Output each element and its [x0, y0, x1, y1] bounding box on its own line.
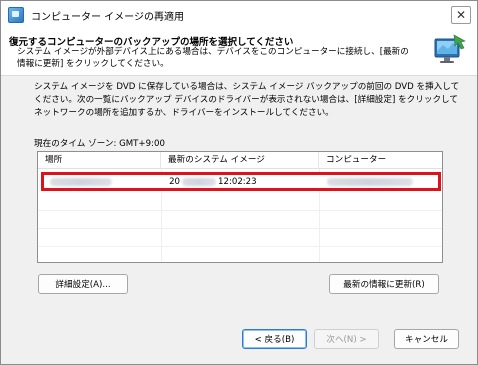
grid-divider: [38, 228, 442, 229]
cancel-button[interactable]: キャンセル: [394, 329, 459, 349]
title-bar: コンピューター イメージの再適用 ✕: [1, 1, 477, 29]
advanced-settings-button[interactable]: 詳細設定(A)...: [38, 274, 128, 294]
row-date-prefix: 20: [169, 176, 181, 187]
page-description: システム イメージが外部デバイス上にある場合は、デバイスをこのコンピューターに接…: [17, 47, 409, 69]
list-header: 場所 最新のシステム イメージ コンピューター: [38, 152, 442, 169]
next-button[interactable]: 次へ(N) >: [314, 329, 379, 349]
close-button[interactable]: ✕: [451, 6, 471, 24]
backup-app-icon: [8, 7, 24, 23]
grid-divider: [38, 210, 442, 211]
redacted-date: [182, 177, 217, 186]
back-button[interactable]: < 戻る(B): [242, 329, 307, 349]
row-location: [44, 177, 166, 186]
redacted-location: [50, 177, 112, 186]
column-header-computer[interactable]: コンピューター: [319, 152, 442, 169]
instructions-text: システム イメージを DVD に保存している場合は、システム イメージ バックア…: [34, 82, 460, 118]
row-computer: [323, 177, 438, 186]
row-latest-image: 20 12:02:23: [166, 177, 323, 187]
close-icon: ✕: [455, 8, 467, 22]
restore-wizard-window: コンピューター イメージの再適用 ✕ 復元するコンピューターのバックアップの場所…: [0, 0, 478, 365]
wizard-header: 復元するコンピューターのバックアップの場所を選択してください システム イメージ…: [1, 29, 477, 76]
refresh-button[interactable]: 最新の情報に更新(R): [329, 274, 439, 294]
redacted-computer-name: [326, 177, 413, 186]
backup-location-list[interactable]: 場所 最新のシステム イメージ コンピューター 20 12:02:23: [37, 151, 443, 263]
timezone-label: 現在のタイム ゾーン: GMT+9:00: [34, 139, 165, 149]
grid-divider: [38, 246, 442, 247]
row-time: 12:02:23: [218, 176, 257, 187]
table-row[interactable]: 20 12:02:23: [41, 172, 441, 191]
column-header-latest-image[interactable]: 最新のシステム イメージ: [161, 152, 319, 169]
column-header-location[interactable]: 場所: [38, 152, 161, 169]
window-title: コンピューター イメージの再適用: [31, 11, 184, 23]
restore-computer-icon: [434, 34, 466, 63]
